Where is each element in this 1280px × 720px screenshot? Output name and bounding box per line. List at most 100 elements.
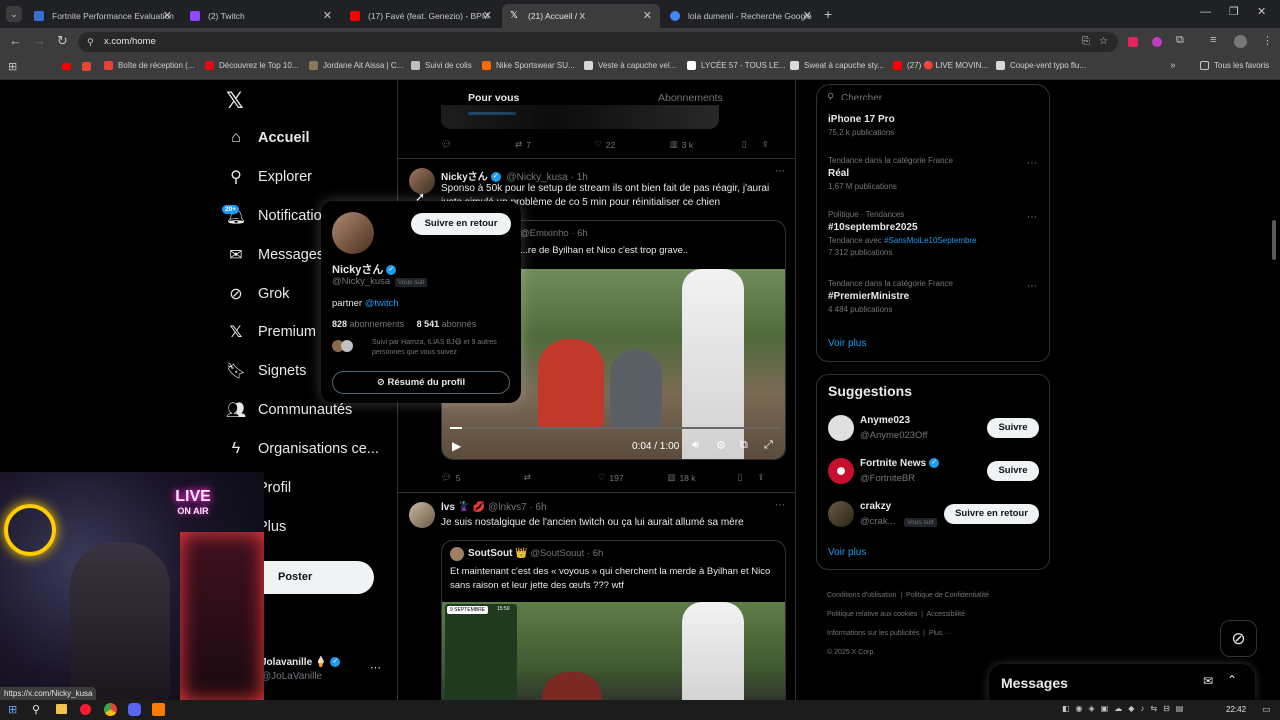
profile-avatar[interactable] bbox=[1234, 35, 1247, 48]
all-bookmarks-folder[interactable]: Tous les favoris bbox=[1200, 61, 1269, 70]
new-tab-button[interactable]: + bbox=[824, 6, 832, 22]
hovercard-avatar[interactable] bbox=[332, 212, 374, 254]
forward-icon[interactable]: → bbox=[33, 33, 46, 48]
quote-media[interactable]: 9 SEPTEMBRE 15:50 bbox=[442, 602, 785, 700]
tray-icons[interactable]: ◧◉◈▣☁◆♪⇆⊟▤ bbox=[1062, 704, 1189, 713]
share-icon[interactable]: ⇪ bbox=[757, 472, 764, 483]
browser-tab-google[interactable]: lola dumenil - Recherche Google ✕ bbox=[662, 4, 820, 28]
bookmark-item[interactable]: Découvrez le Top 10... bbox=[205, 61, 298, 70]
back-icon[interactable]: ← bbox=[9, 33, 22, 48]
follow-button[interactable]: Suivre bbox=[987, 461, 1039, 481]
trend-item[interactable]: iPhone 17 Pro 75,2 k publications bbox=[828, 114, 895, 137]
messages-drawer[interactable]: Messages ✉ ⌃ bbox=[989, 664, 1255, 700]
reload-icon[interactable]: ↻ bbox=[57, 33, 68, 49]
nav-explore[interactable]: ⚲ Explorer bbox=[226, 167, 312, 187]
browser-tab-youtube[interactable]: (17) Favé (feat. Genezio) - BPM ✕ bbox=[342, 4, 500, 28]
repost-icon[interactable]: ⇄ bbox=[515, 139, 522, 150]
trend-more-icon[interactable]: ⋯ bbox=[1027, 212, 1037, 223]
trend-more-icon[interactable]: ⋯ bbox=[1027, 158, 1037, 169]
volume-icon[interactable]: 🔊︎ bbox=[692, 439, 699, 452]
bookmark-icon[interactable]: ▯ bbox=[737, 472, 757, 483]
start-icon[interactable]: ⊞ bbox=[8, 703, 17, 716]
browser-tab-twitch[interactable]: (2) Twitch ✕ bbox=[182, 4, 340, 28]
reply-icon[interactable]: 💬︎ bbox=[441, 472, 452, 483]
fullscreen-icon[interactable]: ⤢ bbox=[764, 439, 773, 452]
quoted-tweet[interactable]: SoutSout 👑 @SoutSouut · 6h Et maintenant… bbox=[441, 540, 786, 700]
trend-more-icon[interactable]: ⋯ bbox=[1027, 281, 1037, 292]
hovercard-name[interactable]: Nickyさん ✓ bbox=[332, 261, 399, 277]
nav-communities[interactable]: 👥︎ Communautés bbox=[226, 400, 352, 420]
close-icon[interactable]: ✕ bbox=[803, 9, 812, 22]
x-logo-icon[interactable]: 𝕏 bbox=[226, 88, 244, 114]
new-message-icon[interactable]: ✉ bbox=[1203, 674, 1213, 688]
extension-pink-icon[interactable] bbox=[1152, 37, 1162, 47]
browser-tab-x-active[interactable]: 𝕏 (21) Accueil / X ✕ bbox=[502, 4, 660, 28]
suggestion-avatar[interactable] bbox=[828, 415, 854, 441]
page-scrollbar[interactable] bbox=[1272, 220, 1276, 260]
close-icon[interactable]: ✕ bbox=[323, 9, 332, 22]
opera-icon[interactable] bbox=[80, 704, 91, 715]
bookmark-icon[interactable]: ▯ bbox=[742, 139, 762, 150]
close-icon[interactable]: ✕ bbox=[643, 9, 652, 22]
nav-home[interactable]: ⌂ Accueil bbox=[226, 128, 309, 148]
trend-item[interactable]: Politique · Tendances #10septembre2025 T… bbox=[828, 210, 977, 257]
bookmark-youtube-icon[interactable] bbox=[62, 63, 71, 70]
bookmark-gmail-icon[interactable] bbox=[82, 62, 91, 71]
views-icon[interactable]: ▥ bbox=[667, 472, 675, 483]
extensions-icon[interactable]: ⧉ bbox=[1176, 34, 1184, 47]
tab-for-you[interactable]: Pour vous bbox=[468, 92, 519, 104]
bookmark-item[interactable]: Boîte de réception (... bbox=[104, 61, 195, 70]
taskbar-clock[interactable]: 22:42 bbox=[1226, 705, 1246, 714]
taskbar-search-icon[interactable]: ⚲ bbox=[32, 703, 40, 716]
follow-back-button[interactable]: Suivre en retour bbox=[411, 213, 511, 235]
bookmark-item[interactable]: Veste à capuche vel... bbox=[584, 61, 676, 70]
tweet-more-icon[interactable]: ⋯ bbox=[775, 166, 785, 177]
nav-premium[interactable]: 𝕏 Premium bbox=[226, 322, 316, 342]
tab-search-button[interactable]: ⌄ bbox=[6, 6, 22, 22]
grok-floating-button[interactable]: ⊘ bbox=[1220, 620, 1257, 657]
bookmarks-overflow-icon[interactable]: » bbox=[1170, 60, 1176, 71]
star-icon[interactable]: ☆ bbox=[1099, 32, 1108, 52]
bookmark-item[interactable]: Jordane Ait Aissa | C... bbox=[309, 61, 403, 70]
trend-item[interactable]: Tendance dans la catégorie France Réal 1… bbox=[828, 156, 953, 191]
close-icon[interactable]: ✕ bbox=[483, 9, 492, 22]
site-info-icon[interactable]: ⚲ bbox=[87, 32, 94, 52]
trends-show-more[interactable]: Voir plus bbox=[828, 338, 866, 349]
address-bar[interactable]: ⚲ x.com/home ⎘ ☆ bbox=[78, 32, 1118, 52]
bookmark-item[interactable]: (27) 🔴 LIVE MOVIN... bbox=[893, 61, 988, 70]
bookmark-item[interactable]: LYCÉE 57 - TOUS LE... bbox=[687, 61, 785, 70]
window-close-icon[interactable]: ✕ bbox=[1257, 5, 1266, 18]
like-icon[interactable]: ♡ bbox=[598, 472, 606, 483]
nav-messages[interactable]: ✉ Messages bbox=[226, 245, 324, 265]
suggestion-avatar[interactable] bbox=[828, 458, 854, 484]
repost-icon[interactable]: ⇄ bbox=[524, 472, 598, 483]
chrome-icon[interactable] bbox=[104, 703, 117, 716]
apps-grid-icon[interactable]: ⊞ bbox=[8, 60, 17, 73]
media-icon[interactable]: ≡ bbox=[1210, 34, 1216, 46]
like-icon[interactable]: ♡ bbox=[594, 139, 602, 150]
video-progress[interactable] bbox=[450, 427, 780, 429]
share-icon[interactable]: ⇪ bbox=[762, 139, 769, 150]
nav-bookmarks[interactable]: 🔖︎ Signets bbox=[226, 361, 307, 381]
suggestion-avatar[interactable] bbox=[828, 501, 854, 527]
account-menu-icon[interactable]: ⋯ bbox=[370, 661, 381, 674]
discord-icon[interactable] bbox=[128, 703, 141, 716]
install-icon[interactable]: ⎘ bbox=[1082, 32, 1090, 52]
bookmark-item[interactable]: Nike Sportswear SU... bbox=[482, 61, 575, 70]
suggestion-name[interactable]: Fortnite News ✓ bbox=[860, 458, 942, 469]
bookmark-item[interactable]: Suivi de colis bbox=[411, 61, 472, 70]
tweet-avatar[interactable] bbox=[409, 502, 435, 528]
nav-organizations[interactable]: ϟ Organisations ce... bbox=[226, 439, 379, 459]
suggestion-name[interactable]: crakzy bbox=[860, 501, 891, 512]
file-explorer-icon[interactable] bbox=[56, 704, 67, 714]
follow-button[interactable]: Suivre bbox=[987, 418, 1039, 438]
expand-icon[interactable]: ⌃ bbox=[1227, 673, 1237, 687]
minimize-icon[interactable]: — bbox=[1200, 6, 1211, 18]
close-icon[interactable]: ✕ bbox=[163, 9, 172, 22]
extension-red-icon[interactable] bbox=[1128, 37, 1138, 47]
bookmark-item[interactable]: Coupe-vent typo flu... bbox=[996, 61, 1086, 70]
restore-icon[interactable]: ❐ bbox=[1229, 5, 1239, 18]
tab-following[interactable]: Abonnements bbox=[658, 92, 723, 104]
trend-item[interactable]: Tendance dans la catégorie France #Premi… bbox=[828, 279, 953, 314]
profile-summary-button[interactable]: ⊘ Résumé du profil bbox=[332, 371, 510, 394]
